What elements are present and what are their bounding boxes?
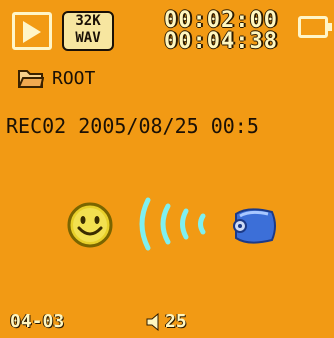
- folder-label: ROOT: [52, 67, 96, 89]
- volume-indicator: 25: [146, 311, 187, 332]
- format-label: WAV: [75, 30, 101, 46]
- bitrate-format-badge: 32K WAV: [62, 11, 114, 51]
- smiley-face-icon: [67, 202, 113, 248]
- bitrate-label: 32K: [75, 13, 101, 29]
- volume-level: 25: [165, 311, 187, 332]
- folder-row: ROOT: [18, 64, 95, 92]
- recording-info: REC02 2005/08/25 00:5: [6, 114, 259, 138]
- folder-icon: [18, 70, 44, 88]
- play-icon: [23, 21, 41, 43]
- microphone-icon: [233, 208, 276, 244]
- speaker-icon: [146, 312, 159, 331]
- play-mode-indicator: [12, 12, 52, 50]
- total-time: 00:04:38: [164, 29, 278, 54]
- track-counter: 04-03: [10, 311, 65, 332]
- recorder-screen: 32K WAV 00:02:00 00:04:38 ROOT REC02 200…: [0, 0, 334, 338]
- battery-icon: [298, 16, 332, 38]
- sound-waves-icon: [139, 197, 206, 251]
